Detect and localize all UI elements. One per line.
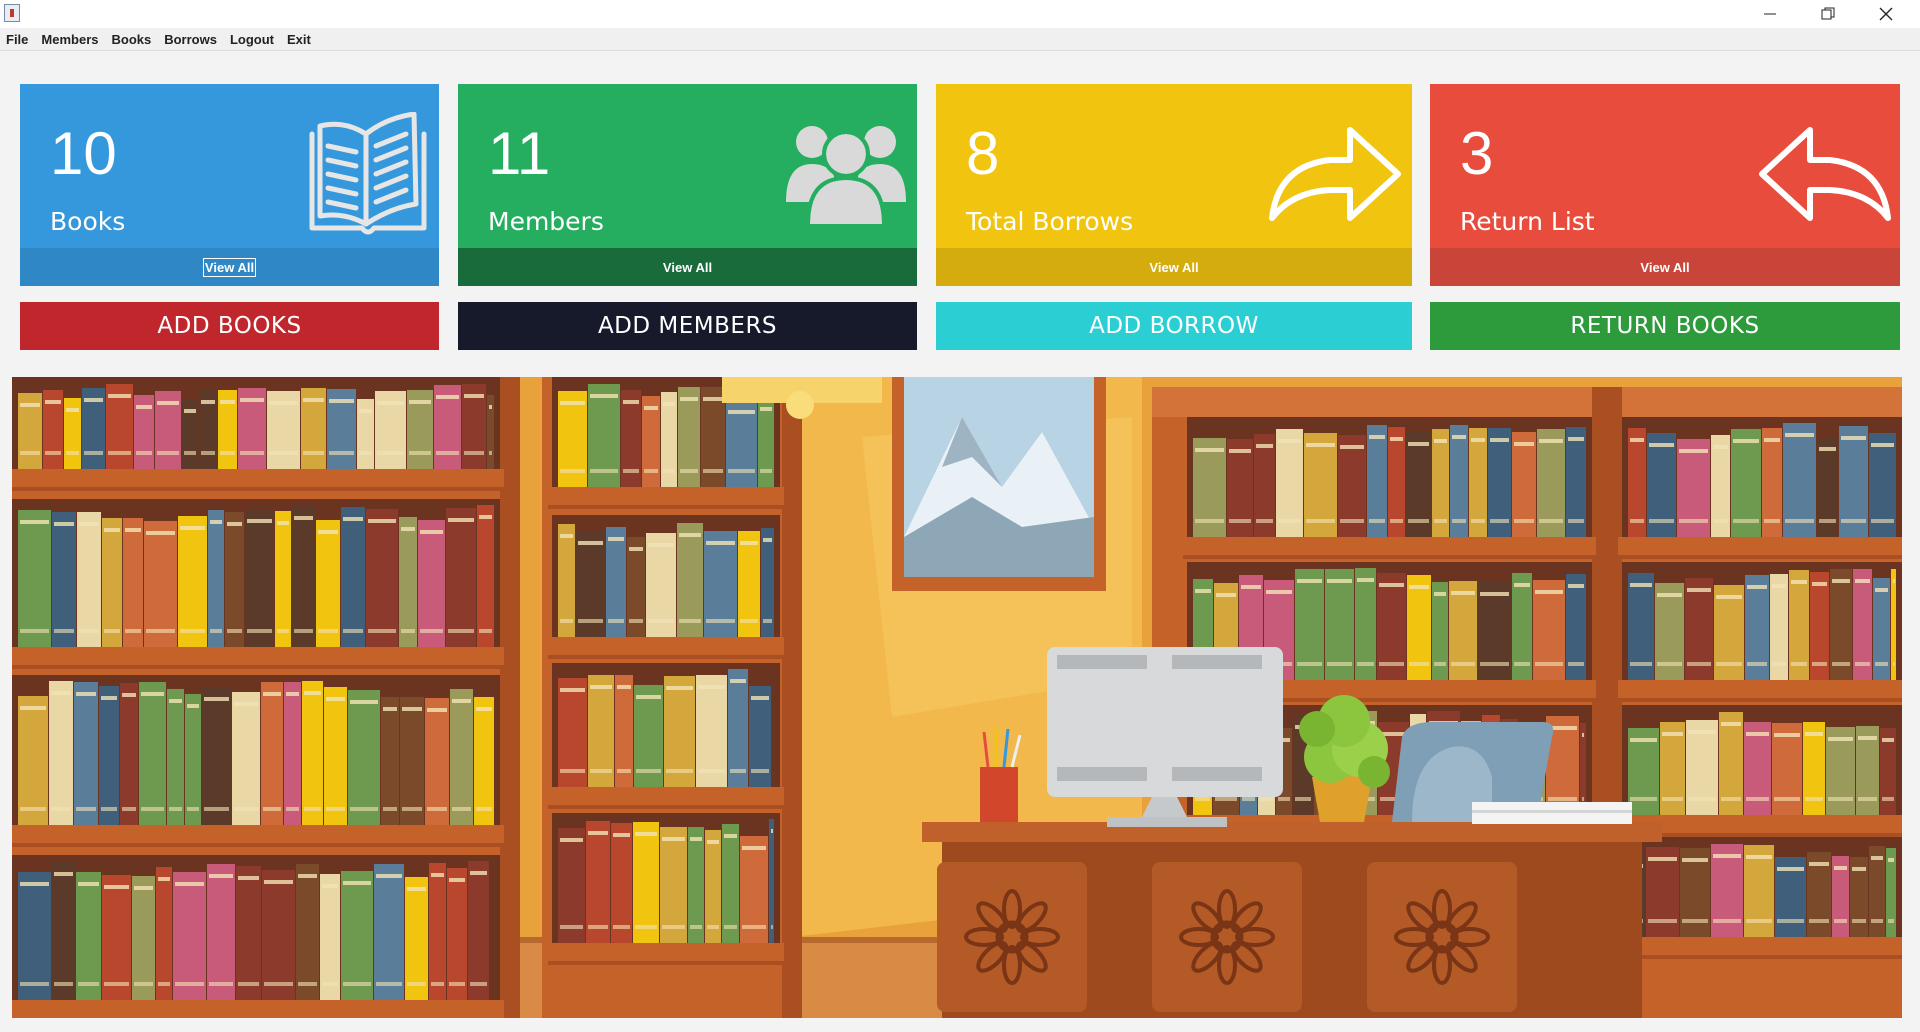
books-card: 10 Books View All [20,84,439,286]
menu-exit[interactable]: Exit [281,32,318,47]
java-app-icon [4,4,20,22]
menu-bar: File Members Books Borrows Logout Exit [0,28,1920,51]
borrows-card-footer: View All [936,248,1412,286]
restore-button[interactable] [1799,0,1857,28]
return-card-footer: View All [1430,248,1900,286]
add-borrow-button[interactable]: ADD BORROW [936,302,1412,350]
add-books-button[interactable]: ADD BOOKS [20,302,439,350]
books-count: 10 [50,120,117,187]
menu-borrows[interactable]: Borrows [158,32,224,47]
members-view-all-link[interactable]: View All [663,260,712,275]
open-book-icon [309,112,427,235]
borrows-count: 8 [966,120,1000,187]
return-books-button[interactable]: RETURN BOOKS [1430,302,1900,350]
borrows-label: Total Borrows [966,207,1134,236]
menu-logout[interactable]: Logout [224,32,281,47]
return-books-label: RETURN BOOKS [1570,313,1760,339]
library-scene-image [12,377,1902,1018]
minimize-button[interactable] [1741,0,1799,28]
return-label: Return List [1460,207,1595,236]
members-card: 11 Members View All [458,84,917,286]
add-members-button[interactable]: ADD MEMBERS [458,302,917,350]
members-card-footer: View All [458,248,917,286]
arrow-forward-icon [1269,127,1401,221]
menu-file[interactable]: File [0,32,35,47]
return-view-all-link[interactable]: View All [1640,260,1689,275]
menu-members[interactable]: Members [35,32,105,47]
users-group-icon [786,126,906,224]
window-bottom-edge [0,1026,1920,1032]
close-button[interactable] [1857,0,1915,28]
books-card-footer: View All [20,248,439,286]
close-icon [1879,7,1893,21]
library-illustration [12,377,1902,1018]
add-books-label: ADD BOOKS [157,313,302,339]
add-borrow-label: ADD BORROW [1089,313,1259,339]
members-count: 11 [488,120,551,187]
menu-books[interactable]: Books [105,32,158,47]
add-members-label: ADD MEMBERS [597,313,778,339]
restore-icon [1821,7,1835,20]
borrows-view-all-link[interactable]: View All [1149,260,1198,275]
return-count: 3 [1460,120,1494,187]
members-label: Members [488,207,604,236]
window-titlebar [0,0,1920,28]
minimize-icon [1764,13,1776,15]
return-list-card: 3 Return List View All [1430,84,1900,286]
books-view-all-link[interactable]: View All [202,257,257,277]
borrows-card: 8 Total Borrows View All [936,84,1412,286]
books-label: Books [50,207,126,236]
arrow-return-icon [1759,127,1891,221]
